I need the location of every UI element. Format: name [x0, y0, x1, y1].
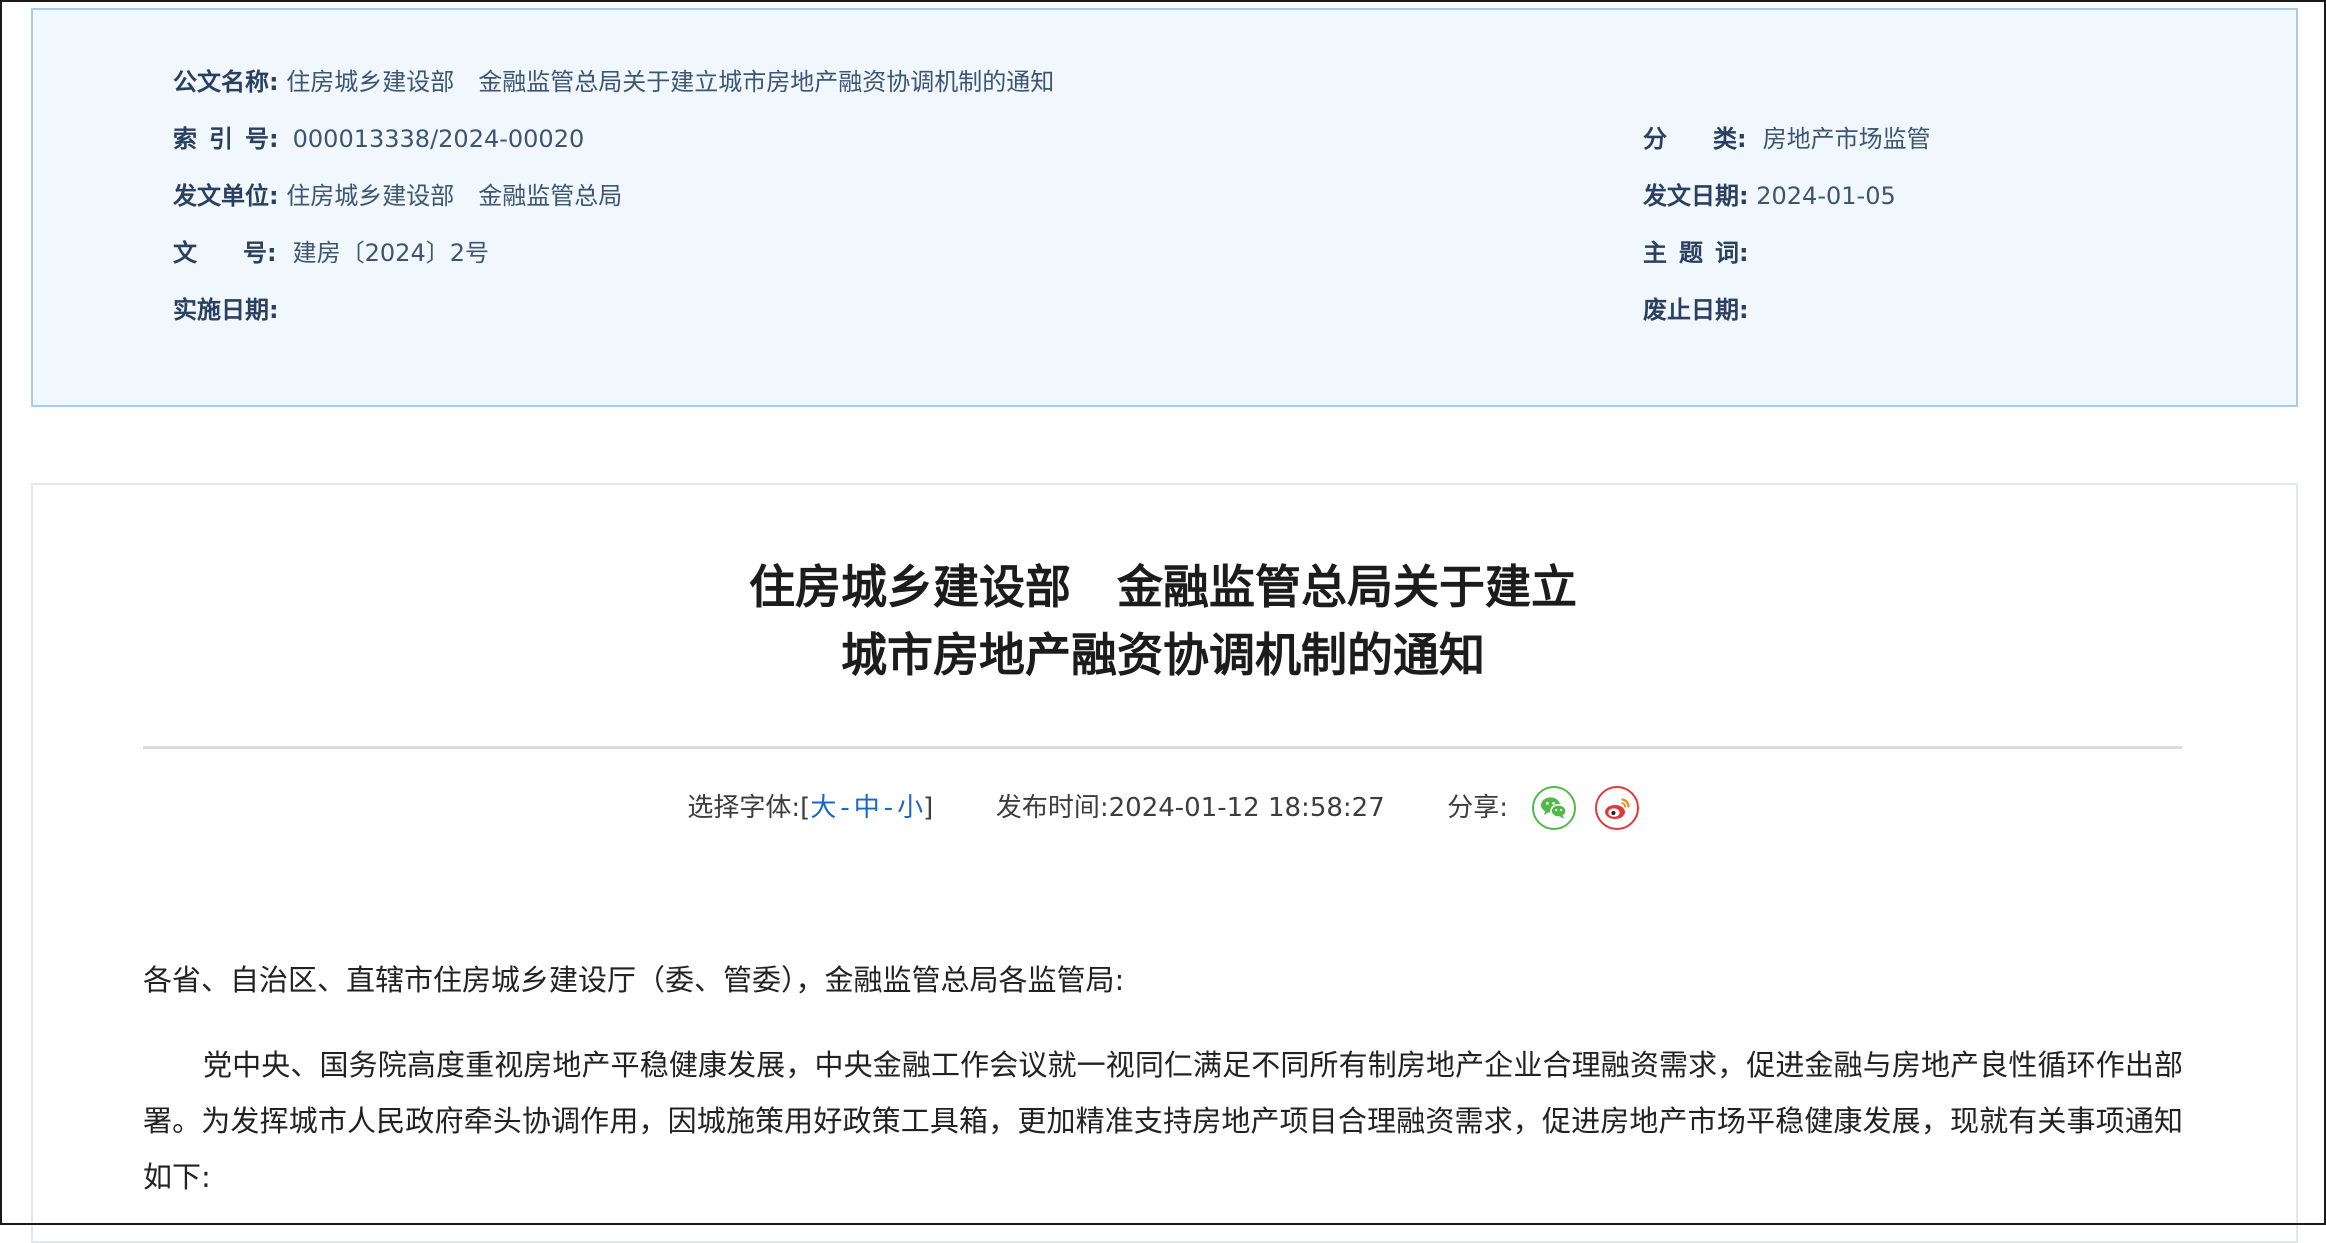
article-paragraph: 党中央、国务院高度重视房地产平稳健康发展，中央金融工作会议就一视同仁满足不同所有… [143, 1048, 2183, 1194]
font-bracket-close: ] [923, 792, 934, 823]
font-size-selector: 选择字体:[大 - 中 - 小] [687, 785, 933, 831]
doc-name-value: 住房城乡建设部 金融监管总局关于建立城市房地产融资协调机制的通知 [286, 68, 1055, 96]
publish-time-label: 发布时间: [995, 792, 1109, 823]
meta-row-index: 索引号: 000013338/2024-00020 [173, 121, 584, 157]
issue-date-value: 2024-01-05 [1756, 182, 1896, 210]
meta-row-keywords: 主题词: [1643, 235, 1763, 271]
article-info-bar: 选择字体:[大 - 中 - 小] 发布时间:2024-01-12 18:58:27 分享… [0, 784, 2326, 830]
article-salutation: 各省、自治区、直辖市住房城乡建设厅（委、管委），金融监管总局各监管局: [143, 963, 1125, 997]
weibo-icon-glyph [1604, 798, 1630, 819]
doc-number-label: 文号: [173, 239, 277, 267]
font-small-link[interactable]: 小 [897, 793, 923, 823]
article-title-line-1: 住房城乡建设部 金融监管总局关于建立 [749, 560, 1577, 614]
share-label: 分享: [1447, 792, 1509, 823]
font-select-label: 选择字体: [687, 792, 801, 823]
effective-date-label: 实施日期: [173, 296, 279, 324]
publish-time-value: 2024-01-12 18:58:27 [1108, 792, 1385, 823]
article-title-line-2: 城市房地产融资协调机制的通知 [841, 628, 1485, 682]
meta-row-effective-date: 实施日期: [173, 292, 286, 328]
index-label: 索引号: [173, 125, 279, 153]
meta-row-doc-number: 文号: 建房〔2024〕2号 [173, 235, 489, 271]
font-large-link[interactable]: 大 [810, 793, 836, 823]
meta-row-expiry-date: 废止日期: [1643, 292, 1756, 328]
expiry-date-label: 废止日期: [1643, 296, 1749, 324]
meta-row-doc-name: 公文名称: 住房城乡建设部 金融监管总局关于建立城市房地产融资协调机制的通知 [173, 64, 1054, 100]
font-bracket-open: [ [800, 792, 811, 823]
meta-row-category: 分类: 房地产市场监管 [1643, 121, 1931, 157]
title-divider [143, 746, 2182, 749]
wechat-icon[interactable] [1532, 786, 1577, 830]
share-group: 分享: [1447, 785, 1639, 831]
category-value: 房地产市场监管 [1762, 125, 1931, 153]
font-separator: - [883, 792, 894, 823]
font-medium-link[interactable]: 中 [854, 793, 880, 823]
category-label: 分类: [1643, 125, 1747, 153]
keywords-label: 主题词: [1643, 239, 1749, 267]
meta-row-issuer: 发文单位: 住房城乡建设部 金融监管总局 [173, 178, 622, 214]
meta-row-issue-date: 发文日期: 2024-01-05 [1643, 178, 1896, 214]
doc-name-label: 公文名称: [173, 68, 279, 96]
publish-time: 发布时间:2024-01-12 18:58:27 [996, 785, 1385, 831]
doc-number-value: 建房〔2024〕2号 [292, 239, 489, 267]
issuer-value: 住房城乡建设部 金融监管总局 [286, 182, 623, 210]
weibo-icon[interactable] [1594, 786, 1639, 830]
issue-date-label: 发文日期: [1643, 182, 1749, 210]
wechat-icon-glyph [1541, 797, 1568, 819]
index-value: 000013338/2024-00020 [292, 125, 585, 153]
article-title: 住房城乡建设部 金融监管总局关于建立 城市房地产融资协调机制的通知 [0, 553, 2326, 689]
font-separator: - [840, 792, 850, 823]
issuer-label: 发文单位: [173, 182, 279, 210]
